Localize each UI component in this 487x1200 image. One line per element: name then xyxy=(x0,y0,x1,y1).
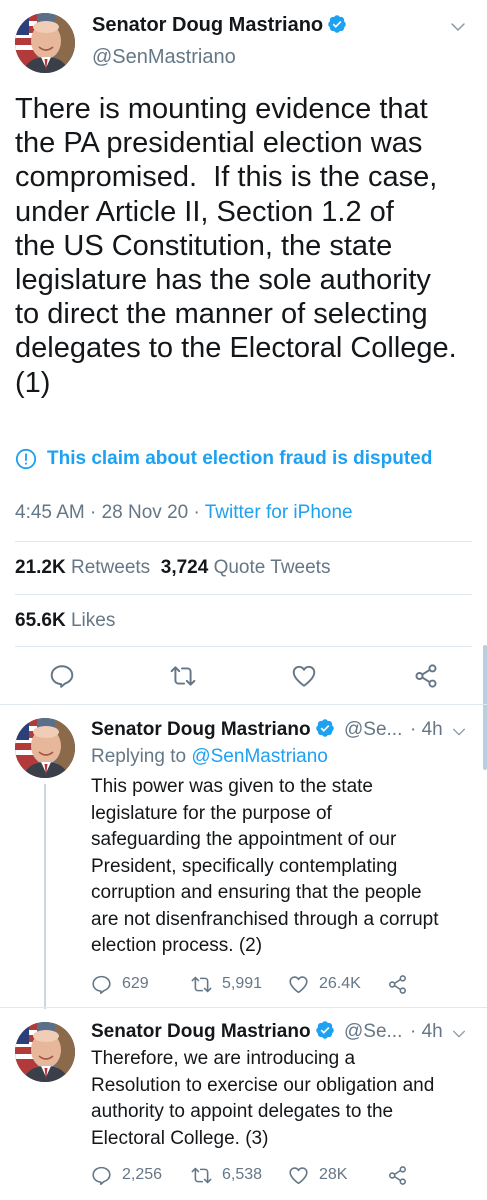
like-count: 26.4K xyxy=(319,975,361,992)
author-handle[interactable]: @SenMastriano xyxy=(92,46,236,69)
heart-icon[interactable] xyxy=(291,663,317,689)
reply-icon xyxy=(91,974,112,995)
retweet-icon[interactable] xyxy=(170,663,196,689)
quote-label[interactable]: Quote Tweets xyxy=(214,557,331,578)
author-name[interactable]: Senator Doug Mastriano xyxy=(91,1020,335,1043)
divider xyxy=(15,646,472,647)
quote-count[interactable]: 3,724 xyxy=(161,557,209,578)
reply-action[interactable]: 2,256 xyxy=(91,1163,162,1187)
heart-icon xyxy=(288,1165,309,1186)
avatar-image xyxy=(15,718,75,778)
retweet-count: 6,538 xyxy=(222,1166,263,1183)
author-name-text: Senator Doug Mastriano xyxy=(91,1021,311,1042)
retweet-count[interactable]: 21.2K xyxy=(15,557,66,578)
share-icon xyxy=(387,1165,408,1186)
replying-to-link[interactable]: @SenMastriano xyxy=(191,746,328,767)
reply-tweet[interactable]: Senator Doug Mastriano @Se... · 4h There… xyxy=(0,1014,487,1200)
author-name[interactable]: Senator Doug Mastriano xyxy=(92,14,347,37)
divider xyxy=(0,1007,487,1008)
main-tweet-header: Senator Doug Mastriano @SenMastriano xyxy=(0,0,487,90)
divider xyxy=(15,594,472,595)
replying-to: Replying to @SenMastriano xyxy=(91,746,328,768)
reply-icon xyxy=(91,1165,112,1186)
tweet-actions: 629 5,991 26.4K xyxy=(91,972,471,996)
verified-badge-icon xyxy=(315,1020,335,1040)
tweet-text: This power was given to the state legisl… xyxy=(91,776,439,956)
retweet-stats: 21.2K Retweets 3,724 Quote Tweets xyxy=(15,557,330,579)
retweet-label[interactable]: Retweets xyxy=(71,557,150,578)
tweet-timestamp[interactable]: · 4h xyxy=(410,1021,443,1043)
retweet-icon xyxy=(191,974,212,995)
tweet-timestamp[interactable]: · 4h xyxy=(410,719,443,741)
tweet-actions xyxy=(0,660,487,694)
disputed-claim-text: This claim about election fraud is dispu… xyxy=(47,448,433,469)
chevron-down-icon[interactable] xyxy=(451,1026,467,1042)
tweet-timestamp: 4:45 AM · 28 Nov 20 · xyxy=(15,502,205,523)
verified-badge-icon xyxy=(327,14,347,34)
retweet-action[interactable]: 5,991 xyxy=(191,972,262,996)
avatar[interactable] xyxy=(15,1022,75,1082)
chevron-down-icon[interactable] xyxy=(451,724,467,740)
share-action[interactable] xyxy=(387,972,408,996)
retweet-icon xyxy=(191,1165,212,1186)
divider xyxy=(15,541,472,542)
author-name-text: Senator Doug Mastriano xyxy=(91,719,311,740)
retweet-action[interactable]: 6,538 xyxy=(191,1163,262,1187)
reply-tweet[interactable]: Senator Doug Mastriano @Se... · 4h Reply… xyxy=(0,712,487,1012)
replying-to-label: Replying to xyxy=(91,746,192,767)
retweet-count: 5,991 xyxy=(222,975,263,992)
reply-action[interactable]: 629 xyxy=(91,972,149,996)
likes-stats: 65.6K Likes xyxy=(15,610,115,632)
tweet-text: There is mounting evidence that the PA p… xyxy=(15,93,457,399)
tweet-text: Therefore, we are introducing a Resoluti… xyxy=(91,1048,435,1149)
author-handle[interactable]: @Se... xyxy=(344,719,402,741)
avatar[interactable] xyxy=(15,718,75,778)
heart-icon xyxy=(288,974,309,995)
share-icon xyxy=(387,974,408,995)
likes-label[interactable]: Likes xyxy=(71,610,115,631)
avatar-image xyxy=(15,1022,75,1082)
divider xyxy=(0,704,487,705)
author-name[interactable]: Senator Doug Mastriano xyxy=(91,718,335,741)
share-icon[interactable] xyxy=(413,663,439,689)
info-circle-icon xyxy=(15,448,37,470)
like-action[interactable]: 28K xyxy=(288,1163,347,1187)
tweet-meta: 4:45 AM · 28 Nov 20 · Twitter for iPhone xyxy=(15,502,353,524)
reply-count: 629 xyxy=(122,975,149,992)
like-action[interactable]: 26.4K xyxy=(288,972,361,996)
tweet-source-link[interactable]: Twitter for iPhone xyxy=(205,502,353,523)
reply-count: 2,256 xyxy=(122,1166,163,1183)
avatar-image xyxy=(15,13,75,73)
chevron-down-icon[interactable] xyxy=(449,18,467,36)
tweet-actions: 2,256 6,538 28K xyxy=(91,1163,471,1187)
author-name-text: Senator Doug Mastriano xyxy=(92,14,324,36)
likes-count[interactable]: 65.6K xyxy=(15,610,66,631)
share-action[interactable] xyxy=(387,1163,408,1187)
verified-badge-icon xyxy=(315,718,335,738)
disputed-claim-notice[interactable]: This claim about election fraud is dispu… xyxy=(15,446,432,472)
avatar[interactable] xyxy=(15,13,75,73)
like-count: 28K xyxy=(319,1166,348,1183)
author-handle[interactable]: @Se... xyxy=(344,1021,402,1043)
reply-icon[interactable] xyxy=(49,663,75,689)
